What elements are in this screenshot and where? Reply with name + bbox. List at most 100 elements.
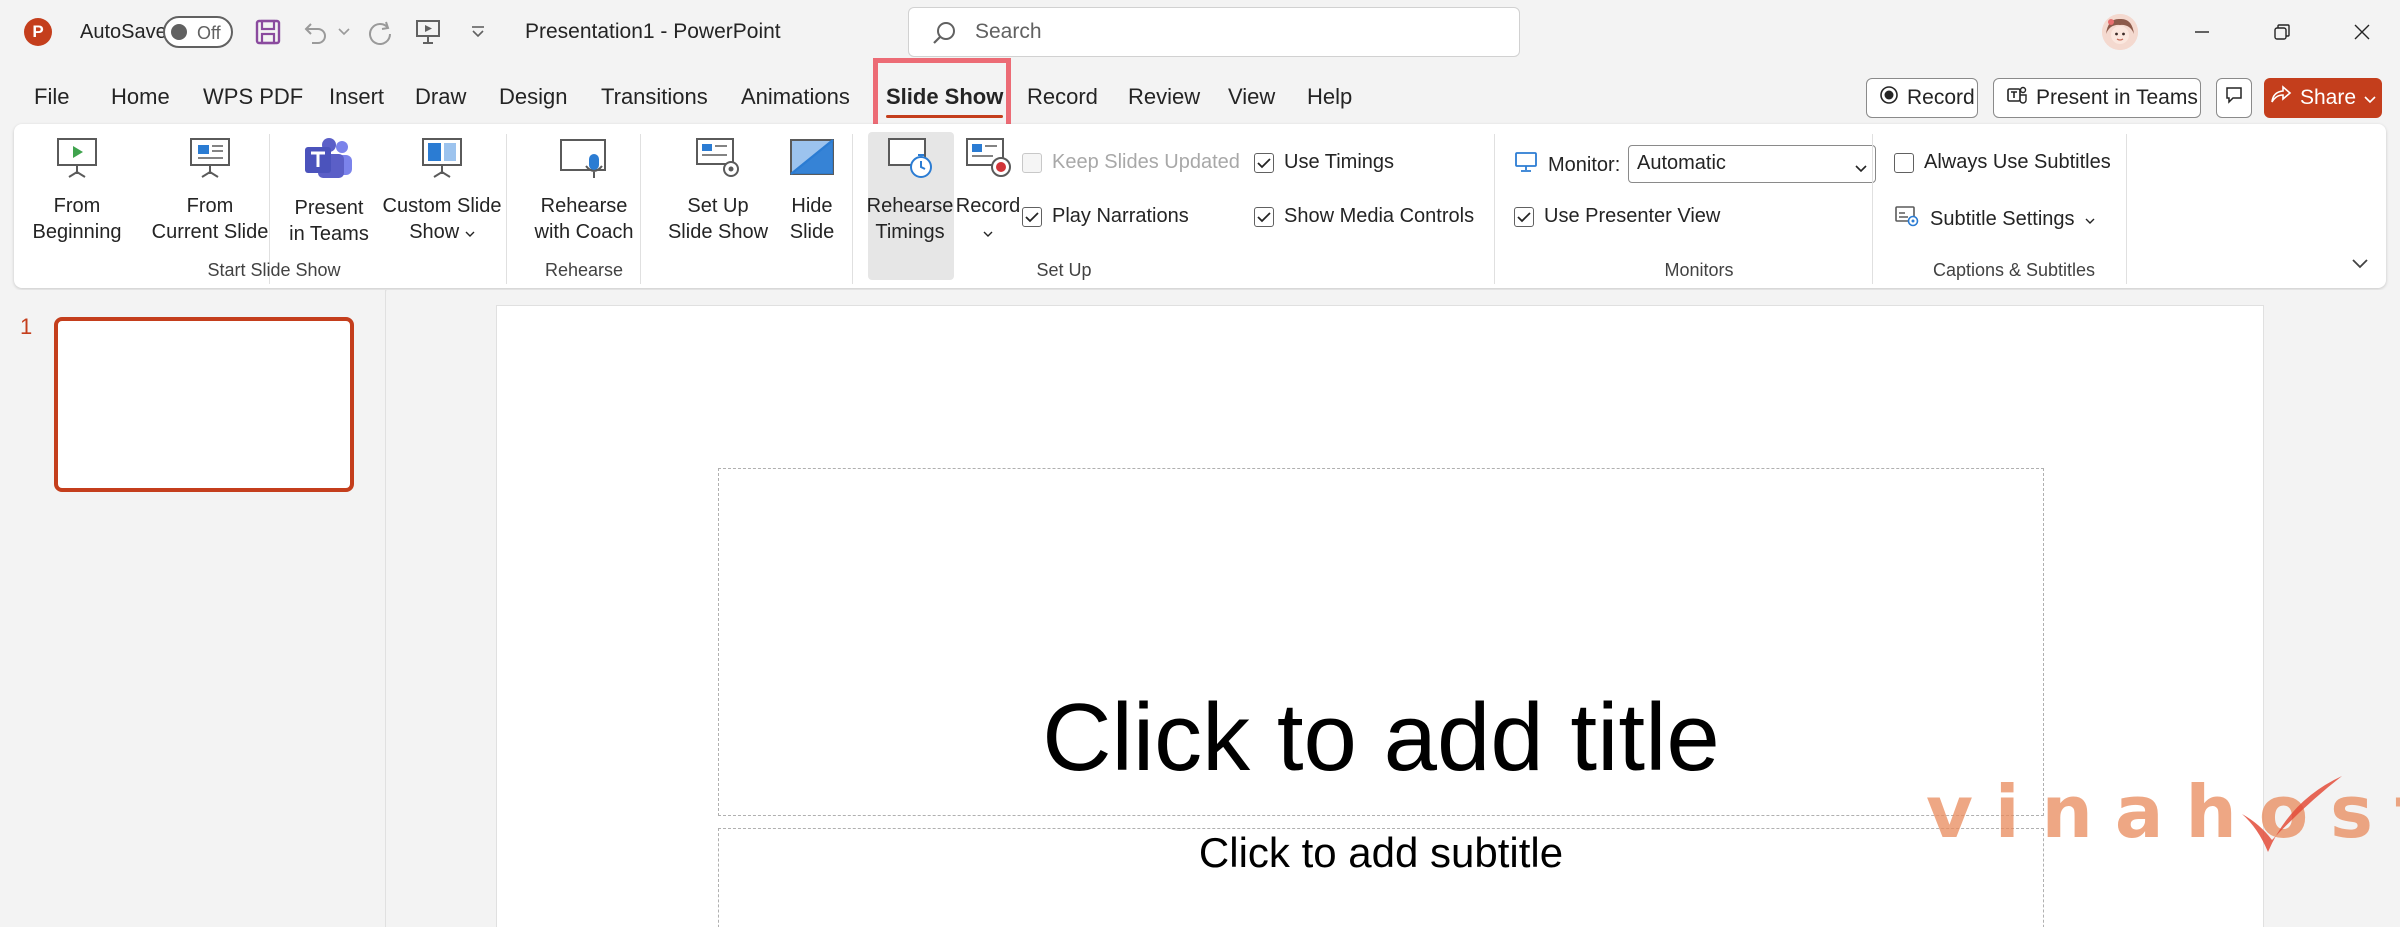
rehearse-timings-button[interactable]: Rehearse Timings	[860, 136, 960, 245]
slide-thumbnail[interactable]	[54, 317, 354, 492]
tab-wps-pdf[interactable]: WPS PDF	[203, 84, 303, 110]
record-slide-show-button[interactable]: Record	[946, 136, 1030, 245]
collapse-ribbon-icon[interactable]	[2352, 256, 2368, 274]
play-narrations-label: Play Narrations	[1052, 205, 1189, 227]
rehearse-with-coach-button[interactable]: Rehearse with Coach	[520, 136, 648, 245]
keep-slides-updated-checkbox[interactable]: Keep Slides Updated	[1022, 151, 1240, 174]
separator	[1872, 134, 1873, 284]
subtitle-placeholder[interactable]: Click to add subtitle	[718, 828, 2044, 927]
undo-icon[interactable]	[300, 16, 332, 48]
title-bar: P AutoSave Off Presentation1 - PowerPoin…	[0, 0, 2400, 64]
rehearse-timings-label-1: Rehearse	[866, 195, 954, 217]
subtitle-settings-icon	[1894, 205, 1920, 233]
ribbon: From Beginning From Current Slide Presen…	[14, 124, 2386, 288]
separator	[640, 134, 641, 284]
set-up-show-icon	[650, 136, 786, 187]
set-up-slide-show-button[interactable]: Set Up Slide Show	[650, 136, 786, 245]
monitor-select[interactable]: Automatic	[1628, 145, 1876, 183]
chevron-down-icon	[1855, 156, 1867, 179]
hide-slide-icon	[772, 136, 852, 187]
group-label-set-up: Set Up	[1036, 260, 1092, 280]
tab-help[interactable]: Help	[1307, 84, 1352, 110]
present-in-teams-button[interactable]: Present in Teams	[1993, 78, 2201, 118]
autosave-toggle[interactable]: Off	[163, 16, 233, 48]
present-in-teams-label: Present in Teams	[2036, 86, 2198, 109]
restore-icon[interactable]	[2262, 14, 2302, 50]
separator	[1494, 134, 1495, 284]
checkbox-box	[1022, 152, 1042, 173]
search-input[interactable]	[975, 17, 1475, 47]
monitor-select-value: Automatic	[1637, 152, 1726, 174]
minimize-icon[interactable]	[2182, 14, 2222, 50]
from-current-slide-button[interactable]: From Current Slide	[132, 136, 288, 245]
save-icon[interactable]	[252, 16, 284, 48]
chevron-down-icon	[983, 221, 993, 243]
show-media-controls-label: Show Media Controls	[1284, 205, 1475, 227]
show-media-controls-checkbox[interactable]: Show Media Controls	[1254, 205, 1474, 228]
hide-slide-label-1: Hide	[791, 195, 833, 217]
always-use-subtitles-checkbox[interactable]: Always Use Subtitles	[1894, 151, 2111, 174]
share-button[interactable]: Share	[2264, 78, 2382, 118]
tab-home[interactable]: Home	[111, 84, 170, 110]
tab-transitions[interactable]: Transitions	[601, 84, 708, 110]
tab-record[interactable]: Record	[1027, 84, 1098, 110]
rehearse-coach-icon	[520, 136, 648, 187]
toggle-knob	[171, 24, 187, 40]
use-timings-label: Use Timings	[1284, 151, 1395, 173]
record-button[interactable]: Record	[1866, 78, 1978, 118]
tab-design[interactable]: Design	[499, 84, 567, 110]
powerpoint-logo-icon: P	[24, 18, 52, 46]
avatar[interactable]	[2102, 14, 2138, 50]
custom-slide-show-button[interactable]: Custom Slide Show	[366, 136, 518, 245]
rehearse-timings-label-2: Timings	[875, 221, 945, 243]
tab-view[interactable]: View	[1228, 84, 1275, 110]
group-label-start-slide-show: Start Slide Show	[207, 260, 341, 280]
title-placeholder[interactable]: Click to add title	[718, 468, 2044, 816]
subtitle-settings-button[interactable]: Subtitle Settings	[1894, 205, 2095, 233]
slideshow-play-icon	[22, 136, 132, 187]
watermark-check-icon	[2228, 770, 2346, 865]
slide-number: 1	[20, 314, 33, 339]
custom-show-icon	[366, 136, 518, 187]
tab-file[interactable]: File	[34, 84, 69, 110]
checkbox-box-checked	[1514, 206, 1534, 227]
use-timings-checkbox[interactable]: Use Timings	[1254, 151, 1394, 174]
tab-review[interactable]: Review	[1128, 84, 1200, 110]
checkbox-box-checked	[1254, 206, 1274, 227]
undo-dropdown-chevron-icon[interactable]	[334, 16, 354, 48]
custom-show-label-1: Custom Slide	[382, 195, 502, 217]
record-button-label: Record	[1907, 86, 1975, 109]
title-placeholder-text: Click to add title	[1042, 684, 1720, 791]
use-presenter-view-checkbox[interactable]: Use Presenter View	[1514, 205, 1720, 228]
from-current-label-2: Current Slide	[151, 221, 269, 243]
checkbox-box-checked	[1022, 206, 1042, 227]
hide-slide-label-2: Slide	[789, 221, 835, 243]
app-logo-letter: P	[32, 22, 44, 41]
start-from-beginning-qa-icon[interactable]	[412, 16, 444, 48]
group-label-captions-subtitles: Captions & Subtitles	[1932, 260, 2096, 280]
subtitle-settings-label: Subtitle Settings	[1930, 207, 2075, 230]
hide-slide-button[interactable]: Hide Slide	[772, 136, 852, 245]
customize-toolbar-icon[interactable]	[462, 16, 494, 48]
subtitle-placeholder-text: Click to add subtitle	[1198, 829, 1564, 876]
chevron-down-icon	[465, 221, 475, 243]
from-beginning-button[interactable]: From Beginning	[22, 136, 132, 245]
tab-draw[interactable]: Draw	[415, 84, 466, 110]
always-use-subtitles-label: Always Use Subtitles	[1924, 151, 2111, 173]
custom-show-label-2: Show	[409, 221, 460, 243]
use-presenter-view-label: Use Presenter View	[1544, 205, 1721, 227]
close-icon[interactable]	[2342, 14, 2382, 50]
checkbox-box	[1894, 152, 1914, 173]
checkbox-box-checked	[1254, 152, 1274, 173]
search-box[interactable]	[908, 7, 1520, 57]
slide-thumbnails-panel: 1	[0, 290, 386, 927]
search-icon	[931, 20, 957, 51]
record-circle-icon	[1879, 85, 1899, 111]
redo-icon[interactable]	[364, 16, 396, 48]
play-narrations-checkbox[interactable]: Play Narrations	[1022, 205, 1189, 228]
tab-animations[interactable]: Animations	[741, 84, 850, 110]
monitor-icon	[1514, 151, 1538, 179]
tab-insert[interactable]: Insert	[329, 84, 384, 110]
comments-button[interactable]	[2216, 78, 2252, 118]
monitor-label: Monitor:	[1548, 153, 1621, 176]
